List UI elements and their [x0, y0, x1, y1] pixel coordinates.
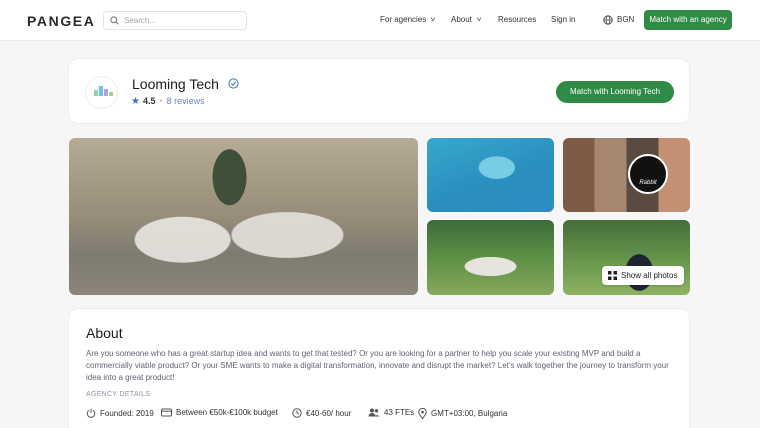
nav-sign-in[interactable]: Sign in [551, 15, 575, 24]
gallery-photo-garden[interactable] [427, 220, 554, 295]
nav-for-agencies-label: For agencies [380, 15, 427, 24]
pangea-logo[interactable]: PANGEA [27, 13, 95, 29]
nav-about-label: About [451, 15, 472, 24]
detail-location-text: GMT+03:00, Bulgaria [431, 409, 508, 418]
location-pin-icon [418, 408, 427, 419]
top-navigation-bar: PANGEA For agencies˅ About˅ Resources Si… [0, 0, 760, 41]
grid-icon [608, 271, 617, 280]
reviews-link[interactable]: 8 reviews [167, 96, 205, 106]
power-icon [86, 408, 96, 418]
show-all-photos-label: Show all photos [621, 271, 678, 280]
search-icon [110, 16, 119, 25]
nav-for-agencies[interactable]: For agencies ˅ [380, 15, 436, 24]
chevron-down-icon: ˅ [476, 17, 482, 24]
detail-founded: Founded: 2019 [86, 408, 154, 418]
rabbit-logo-badge: Rabbit [628, 154, 668, 194]
search-box[interactable] [103, 11, 247, 30]
gallery-photo-collage[interactable]: Rabbit [563, 138, 690, 212]
currency-selector[interactable]: BGN [617, 15, 634, 24]
chevron-down-icon: ˅ [430, 17, 436, 24]
agency-name: Looming Tech [132, 76, 219, 92]
match-with-looming-tech-button[interactable]: Match with Looming Tech [556, 81, 674, 103]
rating-score: 4.5 [142, 96, 156, 106]
show-all-photos-button[interactable]: Show all photos [602, 266, 684, 285]
gallery-photo-pool[interactable] [427, 138, 554, 212]
detail-ftes: 43 FTEs [368, 408, 414, 417]
rating-row: ★ 4.5 • 8 reviews [131, 96, 205, 107]
match-with-agency-button[interactable]: Match with an agency [644, 10, 732, 30]
clock-icon [292, 408, 302, 418]
agency-details-label: AGENCY DETAILS [86, 391, 151, 398]
about-title: About [86, 325, 123, 341]
team-group-shape [103, 188, 366, 283]
about-description: Are you someone who has a great startup … [86, 349, 669, 382]
detail-location: GMT+03:00, Bulgaria [418, 408, 507, 419]
detail-budget: Between €50k-€100k budget [161, 408, 278, 417]
gallery-photo-team[interactable] [69, 138, 418, 295]
detail-rate: €40-60/ hour [292, 408, 351, 418]
detail-rate-text: €40-60/ hour [306, 408, 352, 418]
wallet-icon [161, 408, 172, 417]
separator-dot: • [159, 96, 163, 106]
about-card: About Are you someone who has a great st… [68, 308, 690, 428]
nav-about[interactable]: About ˅ [451, 15, 482, 24]
detail-founded-text: Founded: 2019 [100, 408, 154, 418]
detail-ftes-text: 43 FTEs [384, 408, 415, 417]
verified-icon [228, 78, 239, 89]
star-icon: ★ [131, 96, 140, 107]
agency-logo-avatar [85, 76, 118, 109]
people-icon [368, 408, 380, 417]
globe-icon[interactable] [603, 15, 613, 25]
nav-resources[interactable]: Resources [498, 15, 536, 24]
search-input[interactable] [124, 13, 242, 28]
agency-profile-card: Looming Tech ★ 4.5 • 8 reviews Match with L… [68, 58, 690, 124]
detail-budget-text: Between €50k-€100k budget [176, 408, 278, 417]
